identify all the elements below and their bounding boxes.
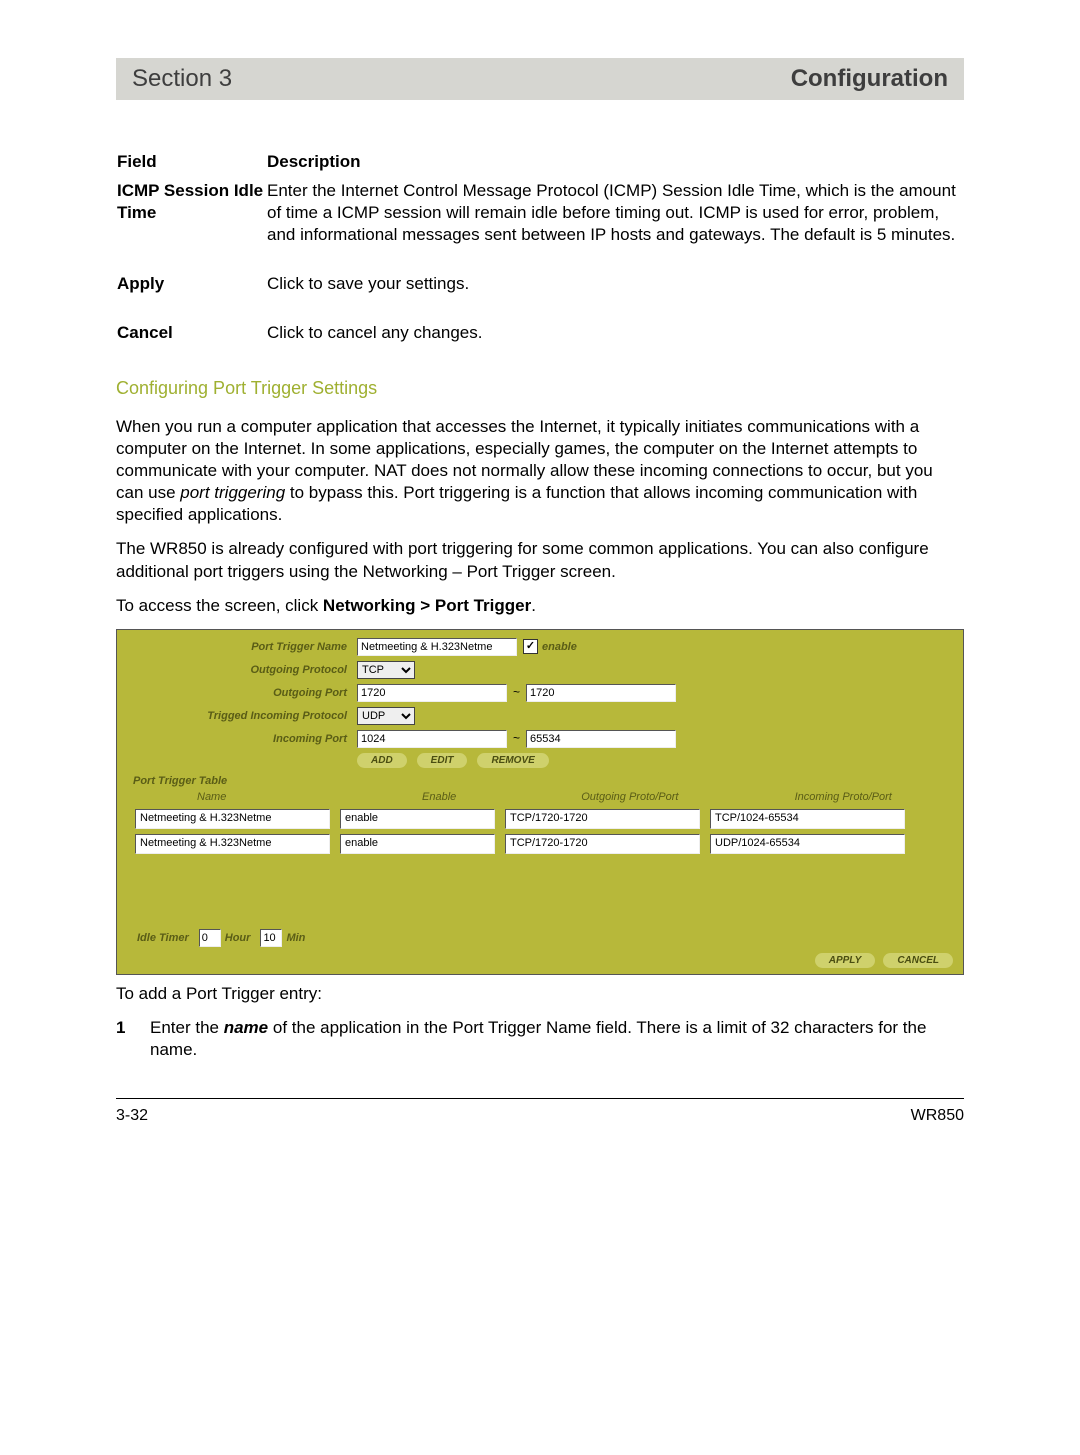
label-port-trigger-name: Port Trigger Name xyxy=(127,640,357,654)
cell-enable: enable xyxy=(340,809,495,829)
desc-icmp: Enter the Internet Control Message Proto… xyxy=(266,179,964,272)
hour-label: Hour xyxy=(225,931,251,945)
cell-name: Netmeeting & H.323Netme xyxy=(135,809,330,829)
label-outgoing-protocol: Outgoing Protocol xyxy=(127,663,357,677)
page-footer: 3-32 WR850 xyxy=(116,1107,964,1125)
label-outgoing-port: Outgoing Port xyxy=(127,686,357,700)
cell-out: TCP/1720-1720 xyxy=(505,809,700,829)
table-row[interactable]: Netmeeting & H.323Netme enable TCP/1720-… xyxy=(127,834,953,854)
page-number: 3-32 xyxy=(116,1107,148,1125)
model-number: WR850 xyxy=(911,1107,964,1125)
incoming-protocol-select[interactable]: UDP xyxy=(357,707,415,725)
incoming-port-from-input[interactable] xyxy=(357,730,507,748)
list-item: 1 Enter the name of the application in t… xyxy=(116,1017,964,1061)
apply-button[interactable]: APPLY xyxy=(815,953,876,968)
col-name: Name xyxy=(127,790,372,804)
content: Field Description ICMP Session Idle Time… xyxy=(116,150,964,1062)
desc-apply: Click to save your settings. xyxy=(266,272,964,321)
enable-checkbox[interactable]: ✓ xyxy=(523,639,538,654)
min-label: Min xyxy=(286,931,305,945)
desc-cancel: Click to cancel any changes. xyxy=(266,321,964,370)
page: Section 3 Configuration Field Descriptio… xyxy=(0,58,1080,1455)
label-incoming-protocol: Trigged Incoming Protocol xyxy=(127,709,357,723)
footer-divider xyxy=(116,1098,964,1099)
edit-button[interactable]: EDIT xyxy=(417,753,468,768)
outgoing-protocol-select[interactable]: TCP xyxy=(357,661,415,679)
cell-in: TCP/1024-65534 xyxy=(710,809,905,829)
col-enable: Enable xyxy=(372,790,551,804)
col-field: Field xyxy=(116,150,266,179)
idle-hour-input[interactable] xyxy=(199,929,221,947)
paragraph-1: When you run a computer application that… xyxy=(116,416,964,526)
cell-name: Netmeeting & H.323Netme xyxy=(135,834,330,854)
step-number: 1 xyxy=(116,1017,150,1061)
header-bar: Section 3 Configuration xyxy=(116,58,964,100)
cell-out: TCP/1720-1720 xyxy=(505,834,700,854)
outgoing-port-from-input[interactable] xyxy=(357,684,507,702)
caption-add-entry: To add a Port Trigger entry: xyxy=(116,983,964,1005)
col-in: Incoming Proto/Port xyxy=(765,790,953,804)
step-text: Enter the name of the application in the… xyxy=(150,1017,964,1061)
range-separator: ~ xyxy=(507,685,526,701)
section-label: Section 3 xyxy=(132,65,232,93)
range-separator: ~ xyxy=(507,731,526,747)
add-button[interactable]: ADD xyxy=(357,753,407,768)
idle-timer-label: Idle Timer xyxy=(137,931,189,945)
label-incoming-port: Incoming Port xyxy=(127,732,357,746)
section-title: Configuration xyxy=(791,65,948,93)
paragraph-2: The WR850 is already configured with por… xyxy=(116,538,964,582)
col-description: Description xyxy=(266,150,964,179)
cell-enable: enable xyxy=(340,834,495,854)
idle-min-input[interactable] xyxy=(260,929,282,947)
remove-button[interactable]: REMOVE xyxy=(477,753,548,768)
col-out: Outgoing Proto/Port xyxy=(551,790,764,804)
table-row[interactable]: Netmeeting & H.323Netme enable TCP/1720-… xyxy=(127,809,953,829)
subheading: Configuring Port Trigger Settings xyxy=(116,377,964,400)
port-trigger-table-header: Name Enable Outgoing Proto/Port Incoming… xyxy=(127,790,953,804)
cell-in: UDP/1024-65534 xyxy=(710,834,905,854)
outgoing-port-to-input[interactable] xyxy=(526,684,676,702)
cancel-button[interactable]: CANCEL xyxy=(883,953,953,968)
field-icmp: ICMP Session Idle Time xyxy=(116,179,266,272)
field-apply: Apply xyxy=(116,272,266,321)
enable-label: enable xyxy=(542,640,577,654)
incoming-port-to-input[interactable] xyxy=(526,730,676,748)
port-trigger-table-title: Port Trigger Table xyxy=(133,774,953,788)
port-trigger-screenshot: Port Trigger Name ✓ enable Outgoing Prot… xyxy=(116,629,964,976)
port-trigger-name-input[interactable] xyxy=(357,638,517,656)
field-cancel: Cancel xyxy=(116,321,266,370)
paragraph-3: To access the screen, click Networking >… xyxy=(116,595,964,617)
field-description-table: Field Description ICMP Session Idle Time… xyxy=(116,150,964,371)
